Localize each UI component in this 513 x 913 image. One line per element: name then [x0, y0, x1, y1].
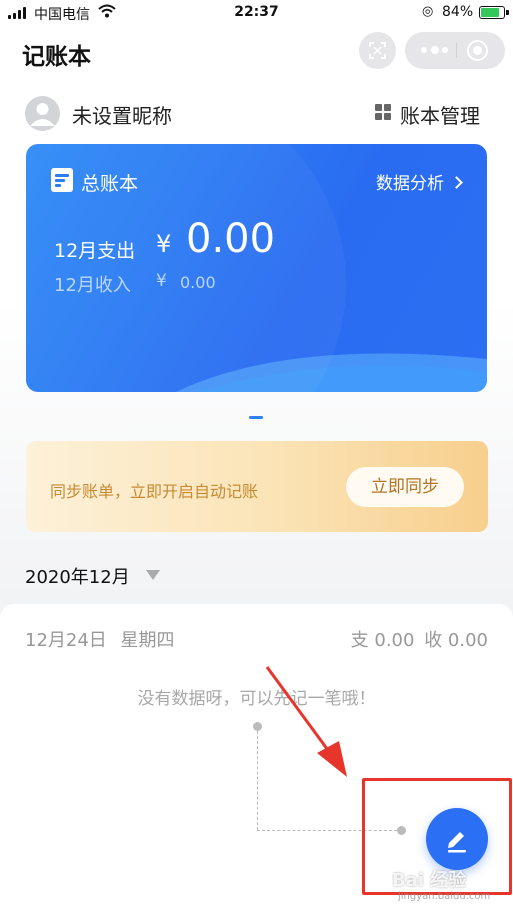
book-manage-label: 账本管理	[400, 104, 480, 128]
day-income-label: 收	[424, 630, 443, 651]
day-weekday: 星期四	[120, 630, 175, 651]
chevron-right-icon	[450, 176, 463, 189]
month-income-label: 12月收入	[54, 275, 131, 296]
day-expense-value: 0.00	[374, 630, 415, 651]
more-icon[interactable]	[421, 44, 451, 56]
month-expense-currency: ¥	[156, 230, 172, 258]
capsule-divider	[456, 43, 457, 58]
close-icon[interactable]	[467, 40, 488, 61]
ledger-icon	[51, 168, 73, 192]
watermark-url: jingyan.baidu.com	[398, 891, 491, 902]
scan-icon	[369, 42, 386, 59]
add-record-button[interactable]	[426, 808, 488, 870]
day-income-value: 0.00	[447, 630, 488, 651]
sync-now-button[interactable]: 立即同步	[346, 467, 464, 507]
carousel-indicator	[249, 416, 263, 419]
month-selector[interactable]: 2020年12月	[25, 563, 130, 589]
day-expense-label: 支	[350, 630, 369, 651]
day-date-label: 12月24日	[25, 630, 107, 651]
grid-icon	[375, 104, 392, 121]
sync-banner[interactable]: 同步账单，立即开启自动记账 立即同步	[26, 441, 488, 532]
watermark: Bai 经验	[392, 870, 467, 891]
day-date: 12月24日 星期四	[25, 626, 175, 652]
user-icon	[30, 103, 55, 126]
menu-capsule	[405, 32, 505, 69]
sync-banner-text: 同步账单，立即开启自动记账	[50, 482, 259, 501]
page-title: 记账本	[22, 44, 91, 70]
battery-percent: 84%	[442, 4, 474, 20]
data-analysis-label: 数据分析	[376, 174, 444, 194]
month-expense-label: 12月支出	[54, 240, 136, 262]
month-income-currency: ¥	[156, 271, 167, 291]
nickname[interactable]: 未设置昵称	[72, 100, 172, 129]
month-income-value: 0.00	[180, 273, 216, 292]
pencil-icon	[448, 832, 466, 853]
battery-charging-icon	[479, 6, 509, 19]
scan-button[interactable]	[359, 32, 396, 69]
ledger-name: 总账本	[81, 173, 139, 195]
avatar[interactable]	[25, 96, 60, 131]
data-analysis-link[interactable]: 数据分析	[376, 169, 463, 194]
ledger-card[interactable]: 总账本 数据分析 12月支出 ¥ 0.00 12月收入 ¥ 0.00	[26, 144, 487, 392]
status-bar: 中国电信 22:37 ◎ 84%	[0, 0, 513, 26]
month-expense-value: 0.00	[186, 216, 276, 262]
caret-down-icon[interactable]	[146, 570, 160, 580]
day-summary: 支 0.00 收 0.00	[351, 626, 488, 652]
orientation-lock-icon: ◎	[422, 4, 434, 19]
status-time: 22:37	[234, 4, 279, 20]
annotation-arrow-icon	[265, 666, 347, 777]
